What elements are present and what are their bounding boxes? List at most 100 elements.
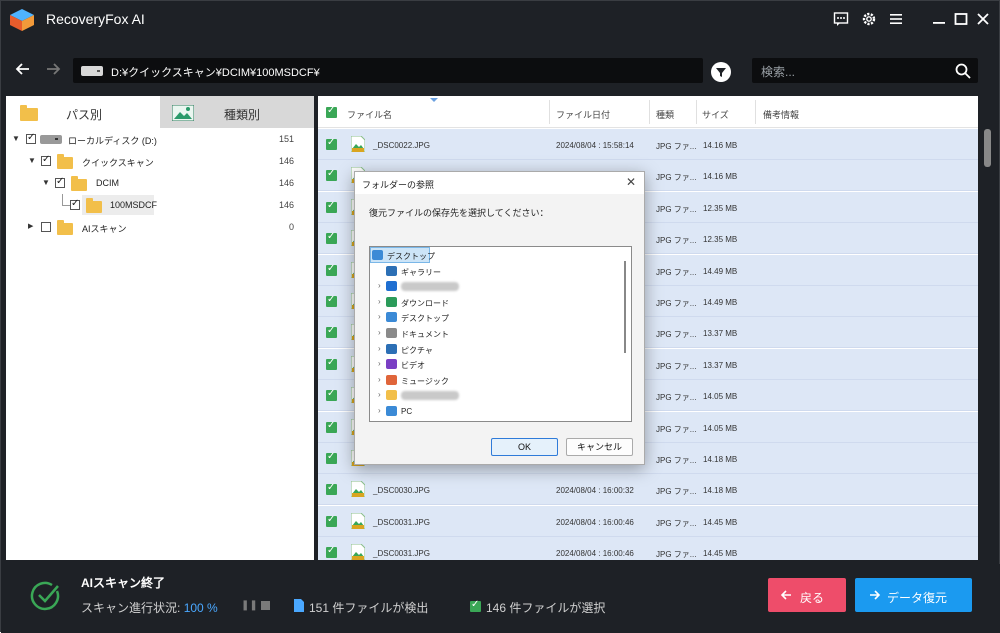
- folder-tree-item[interactable]: デスクトップ: [370, 247, 620, 263]
- settings-gear-icon[interactable]: [859, 9, 879, 29]
- expand-chevron-icon[interactable]: ›: [378, 297, 381, 306]
- row-checkbox[interactable]: [326, 168, 337, 182]
- recover-button[interactable]: データ復元: [855, 578, 972, 612]
- file-row[interactable]: _DSC0030.JPG 2024/08/04 : 16:00:32 JPG ファ.…: [318, 474, 978, 506]
- dialog-close-icon[interactable]: ✕: [626, 175, 636, 189]
- row-checkbox[interactable]: [326, 137, 337, 150]
- folder-tree-label: ドキュメント: [401, 330, 449, 339]
- expand-chevron-icon[interactable]: ›: [378, 328, 381, 337]
- tree-item-label: AIスキャン: [82, 224, 127, 234]
- file-size: 14.45 MB: [703, 517, 738, 527]
- select-all-checkbox[interactable]: [326, 105, 337, 118]
- search-icon[interactable]: [954, 62, 972, 80]
- tree-item-100msdcf[interactable]: 100MSDCF 146: [6, 194, 314, 216]
- row-checkbox[interactable]: [326, 388, 337, 402]
- tree-item-dcim[interactable]: ▼ DCIM 146: [6, 172, 314, 194]
- file-date: 2024/08/04 : 16:00:46: [556, 517, 634, 527]
- folder-tree-item[interactable]: › デスクトップ: [370, 309, 620, 325]
- file-type: JPG ファ...: [656, 424, 697, 434]
- sort-arrow-icon[interactable]: [429, 97, 439, 103]
- tab-by-path[interactable]: パス別: [6, 96, 160, 128]
- file-row[interactable]: _DSC0022.JPG 2024/08/04 : 15:58:14 JPG ファ.…: [318, 129, 978, 160]
- expand-chevron-icon[interactable]: ›: [378, 359, 381, 368]
- folder-tree-label: PC: [401, 407, 413, 416]
- column-divider: [696, 100, 697, 124]
- row-checkbox[interactable]: [326, 420, 337, 433]
- filter-icon[interactable]: [711, 62, 731, 82]
- stop-icon[interactable]: [261, 601, 270, 610]
- tree-item-count: 146: [278, 156, 294, 166]
- folder-tree-item[interactable]: › ダウンロード: [370, 294, 620, 310]
- row-checkbox[interactable]: [326, 545, 337, 559]
- row-checkbox[interactable]: [326, 451, 337, 464]
- column-size[interactable]: サイズ: [702, 108, 729, 121]
- column-divider: [649, 100, 650, 124]
- file-type: JPG ファ...: [656, 236, 697, 246]
- folder-tree-item[interactable]: ギャラリー: [370, 263, 620, 279]
- folder-tree-item[interactable]: › ドキュメント: [370, 325, 620, 341]
- dialog-prompt: 復元ファイルの保存先を選択してください：: [369, 208, 549, 218]
- feedback-icon[interactable]: [831, 9, 851, 29]
- expand-arrow-icon[interactable]: ▼: [28, 156, 36, 165]
- file-row[interactable]: _DSC0031.JPG 2024/08/04 : 16:00:46 JPG ファ.…: [318, 505, 978, 537]
- file-list-scrollbar[interactable]: [984, 129, 991, 167]
- expand-chevron-icon[interactable]: ›: [378, 281, 381, 290]
- row-checkbox[interactable]: [326, 231, 337, 245]
- tree-item-quick-scan[interactable]: ▼ クイックスキャン 146: [6, 150, 314, 172]
- folder-tree-item[interactable]: › ミュージック: [370, 372, 620, 388]
- back-arrow-icon[interactable]: [13, 61, 33, 81]
- column-name[interactable]: ファイル名: [347, 108, 392, 121]
- expand-chevron-icon[interactable]: ›: [378, 312, 381, 321]
- checkbox[interactable]: [55, 176, 65, 188]
- expand-arrow-icon[interactable]: ▼: [12, 134, 20, 143]
- checkbox[interactable]: [41, 222, 51, 232]
- folder-tree-scrollbar[interactable]: [624, 261, 626, 353]
- maximize-icon[interactable]: [951, 9, 971, 29]
- row-checkbox[interactable]: [326, 514, 337, 527]
- row-checkbox[interactable]: [326, 325, 337, 339]
- search-box[interactable]: 検索...: [752, 58, 978, 83]
- expand-chevron-icon[interactable]: ›: [378, 344, 381, 353]
- search-input[interactable]: 検索...: [761, 63, 795, 80]
- column-date[interactable]: ファイル日付: [556, 108, 610, 121]
- tree-item-local-disk[interactable]: ▼ ローカルディスク (D:) 151: [6, 128, 314, 150]
- onedrive-icon: [386, 281, 397, 292]
- forward-arrow-icon[interactable]: [43, 61, 63, 81]
- tree-item-label: ローカルディスク (D:): [68, 136, 157, 146]
- minimize-icon[interactable]: [929, 9, 949, 29]
- checkbox[interactable]: [70, 198, 80, 210]
- tree-item-ai-scan[interactable]: ▶ AIスキャン 0: [6, 216, 314, 238]
- folder-tree-item[interactable]: ›: [370, 278, 620, 294]
- folder-tree-item[interactable]: › PC: [370, 403, 620, 419]
- ok-button[interactable]: OK: [491, 438, 558, 456]
- pause-icon[interactable]: ❚❚: [241, 600, 258, 611]
- close-icon[interactable]: [973, 9, 993, 29]
- folder-tree-item[interactable]: › ビデオ: [370, 356, 620, 372]
- row-checkbox[interactable]: [326, 294, 337, 307]
- row-checkbox[interactable]: [326, 357, 337, 370]
- column-type[interactable]: 種類: [656, 108, 674, 121]
- path-text: D:¥クイックスキャン¥DCIM¥100MSDCF¥: [111, 67, 320, 79]
- column-note[interactable]: 備考情報: [763, 108, 799, 121]
- back-button[interactable]: 戻る: [768, 578, 846, 612]
- row-checkbox[interactable]: [326, 482, 337, 496]
- jpg-file-icon: [351, 136, 365, 152]
- collapse-arrow-icon[interactable]: ▶: [28, 222, 33, 230]
- path-bar[interactable]: D:¥クイックスキャン¥DCIM¥100MSDCF¥: [73, 58, 703, 83]
- expand-arrow-icon[interactable]: ▼: [42, 178, 50, 187]
- expand-chevron-icon[interactable]: ›: [378, 390, 381, 399]
- row-checkbox[interactable]: [326, 200, 337, 213]
- expand-chevron-icon[interactable]: ›: [378, 375, 381, 384]
- row-checkbox[interactable]: [326, 263, 337, 276]
- file-row[interactable]: _DSC0031.JPG 2024/08/04 : 16:00:46 JPG ファ.…: [318, 537, 978, 560]
- file-type: JPG ファ...: [656, 173, 697, 183]
- desktop-icon: [372, 250, 383, 260]
- tab-by-type[interactable]: 種類別: [160, 96, 314, 128]
- checkbox[interactable]: [26, 132, 36, 144]
- menu-icon[interactable]: [886, 9, 906, 29]
- cancel-button[interactable]: キャンセル: [566, 438, 633, 456]
- folder-tree-item[interactable]: › ピクチャ: [370, 341, 620, 357]
- checkbox[interactable]: [41, 154, 51, 166]
- folder-tree-item[interactable]: ›: [370, 387, 620, 403]
- expand-chevron-icon[interactable]: ›: [378, 406, 381, 415]
